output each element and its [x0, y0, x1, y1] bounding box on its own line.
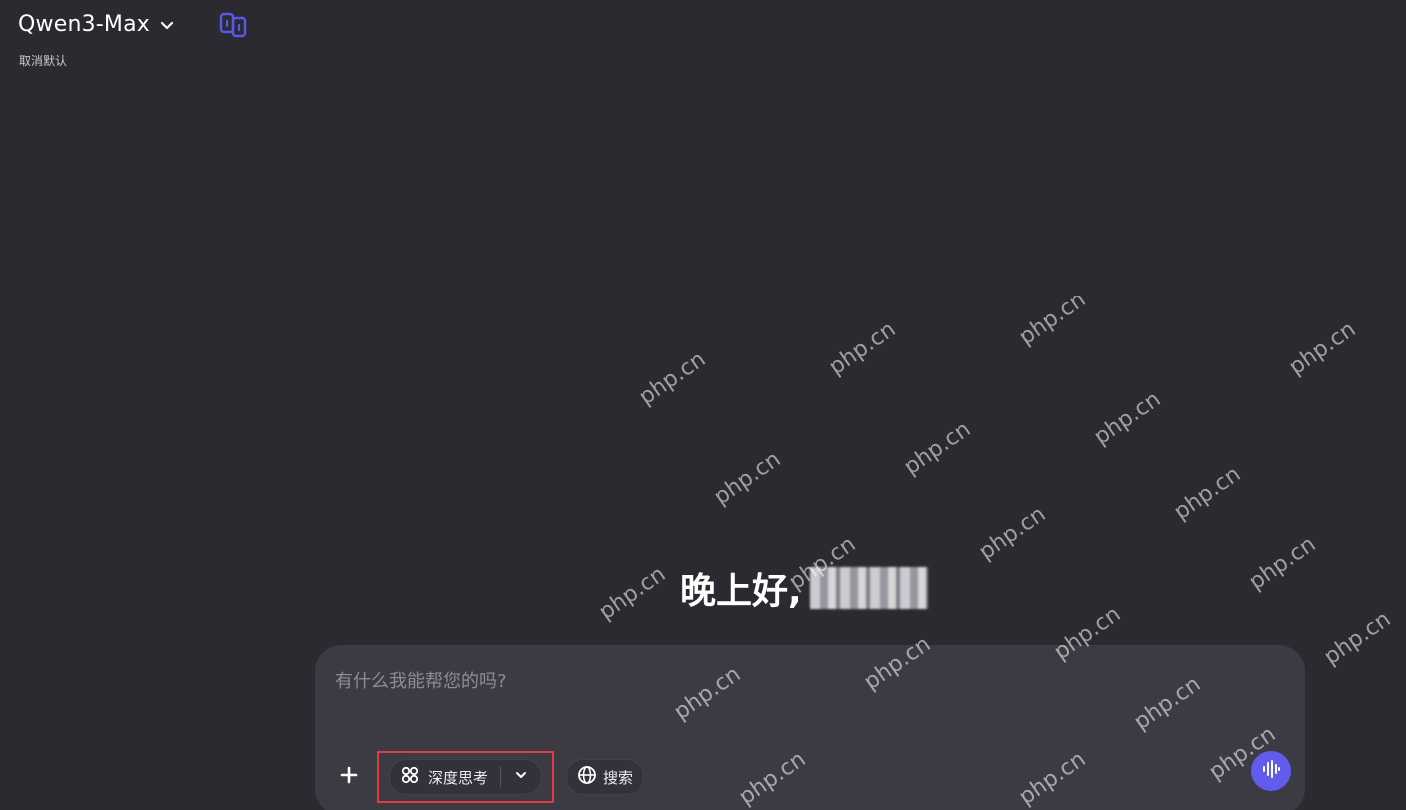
deep-think-icon — [400, 765, 420, 789]
cancel-default-link[interactable]: 取消默认 — [19, 52, 67, 69]
highlight-box: 深度思考 — [377, 751, 555, 803]
plus-icon — [339, 765, 359, 789]
search-label: 搜索 — [603, 768, 634, 787]
prompt-input[interactable] — [333, 663, 1237, 699]
watermark: php.cn — [899, 416, 976, 481]
watermark: php.cn — [594, 561, 671, 626]
watermark: php.cn — [1319, 606, 1396, 671]
split-compare-icon — [218, 10, 248, 44]
watermark: php.cn — [1244, 531, 1321, 596]
compare-models-button[interactable] — [216, 10, 250, 44]
watermark: php.cn — [709, 446, 786, 511]
watermark: php.cn — [1089, 386, 1166, 451]
globe-icon — [577, 765, 597, 789]
watermark: php.cn — [824, 316, 901, 381]
chat-composer: 深度思考 搜索 — [315, 645, 1305, 810]
model-name: Qwen3-Max — [18, 12, 151, 37]
chevron-down-icon[interactable] — [513, 767, 529, 787]
search-button[interactable]: 搜索 — [566, 759, 645, 795]
greeting-text: 晚上好, — [680, 571, 802, 612]
watermark: php.cn — [974, 501, 1051, 566]
sound-wave-icon — [1260, 758, 1282, 784]
greeting: 晚上好, — [680, 562, 928, 614]
composer-toolbar: 深度思考 搜索 — [333, 751, 645, 803]
watermark: php.cn — [634, 346, 711, 411]
chevron-down-icon — [158, 16, 176, 34]
blurred-user-name — [809, 567, 928, 609]
deep-think-label: 深度思考 — [428, 768, 489, 787]
model-switcher[interactable]: Qwen3-Max — [18, 12, 176, 37]
divider — [500, 766, 502, 788]
attach-button[interactable] — [333, 761, 365, 793]
voice-input-button[interactable] — [1251, 751, 1291, 791]
watermark: php.cn — [1169, 461, 1246, 526]
chat-app: Qwen3-Max 取消默认 晚上好, 有什么我能帮您的吗? 深度思考 搜索 p… — [0, 0, 1406, 810]
deep-think-button[interactable]: 深度思考 — [389, 759, 543, 795]
watermark: php.cn — [1014, 296, 1091, 351]
watermark: php.cn — [1284, 316, 1361, 381]
